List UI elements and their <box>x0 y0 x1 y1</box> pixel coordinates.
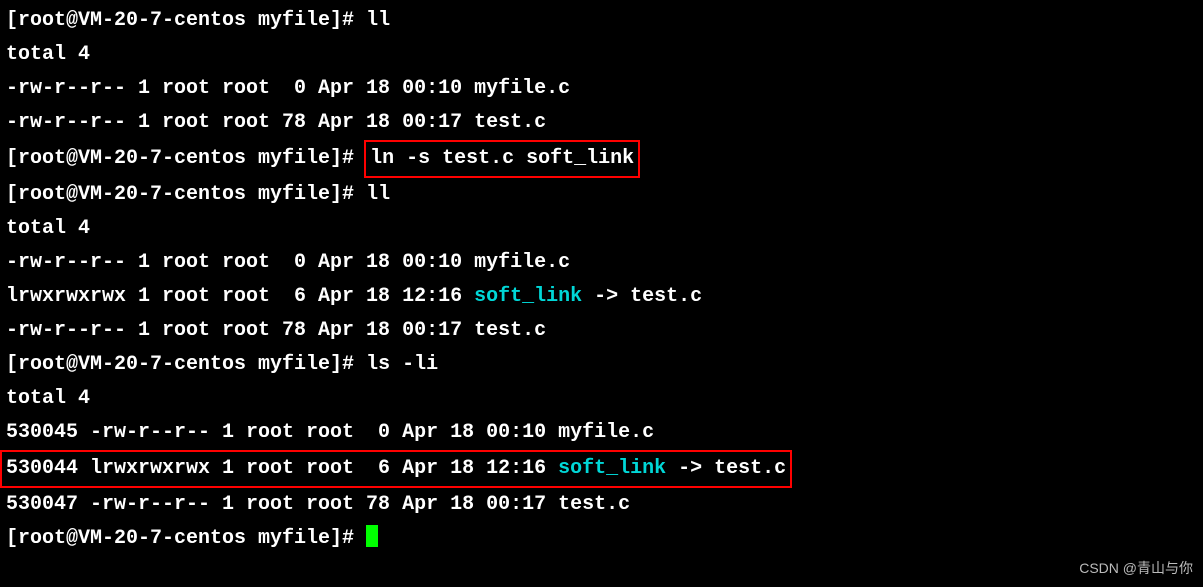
terminal-line: [root@VM-20-7-centos myfile]# ln -s test… <box>6 140 1197 178</box>
prompt: [root@VM-20-7-centos myfile]# <box>6 147 366 170</box>
symlink-entry: lrwxrwxrwx 1 root root 6 Apr 18 12:16 so… <box>6 280 1197 314</box>
symlink-target: -> test.c <box>582 285 702 308</box>
prompt: [root@VM-20-7-centos myfile]# <box>6 9 366 32</box>
terminal-line[interactable]: [root@VM-20-7-centos myfile]# <box>6 522 1197 556</box>
file-entry: -rw-r--r-- 1 root root 0 Apr 18 00:10 my… <box>6 246 1197 280</box>
command: ll <box>366 183 390 206</box>
highlighted-command: ln -s test.c soft_link <box>364 140 640 178</box>
watermark: CSDN @青山与你 <box>1079 557 1193 581</box>
prompt: [root@VM-20-7-centos myfile]# <box>6 527 366 550</box>
prompt: [root@VM-20-7-centos myfile]# <box>6 183 366 206</box>
file-entry-inode: 530047 -rw-r--r-- 1 root root 78 Apr 18 … <box>6 488 1197 522</box>
symlink-target: -> test.c <box>666 457 786 480</box>
output-total: total 4 <box>6 212 1197 246</box>
file-entry: -rw-r--r-- 1 root root 78 Apr 18 00:17 t… <box>6 106 1197 140</box>
file-entry: -rw-r--r-- 1 root root 78 Apr 18 00:17 t… <box>6 314 1197 348</box>
symlink-perms: lrwxrwxrwx 1 root root 6 Apr 18 12:16 <box>6 285 474 308</box>
terminal-line: [root@VM-20-7-centos myfile]# ll <box>6 4 1197 38</box>
file-entry-inode: 530045 -rw-r--r-- 1 root root 0 Apr 18 0… <box>6 416 1197 450</box>
symlink-name: soft_link <box>558 457 666 480</box>
output-total: total 4 <box>6 382 1197 416</box>
cursor-icon <box>366 525 378 547</box>
symlink-name: soft_link <box>474 285 582 308</box>
terminal-line: [root@VM-20-7-centos myfile]# ll <box>6 178 1197 212</box>
terminal-line: [root@VM-20-7-centos myfile]# ls -li <box>6 348 1197 382</box>
command: ls -li <box>366 353 438 376</box>
prompt: [root@VM-20-7-centos myfile]# <box>6 353 366 376</box>
command: ll <box>366 9 390 32</box>
symlink-perms-inode: 530044 lrwxrwxrwx 1 root root 6 Apr 18 1… <box>6 457 558 480</box>
highlighted-row: 530044 lrwxrwxrwx 1 root root 6 Apr 18 1… <box>0 450 792 488</box>
highlighted-symlink-entry: 530044 lrwxrwxrwx 1 root root 6 Apr 18 1… <box>6 450 1197 488</box>
file-entry: -rw-r--r-- 1 root root 0 Apr 18 00:10 my… <box>6 72 1197 106</box>
output-total: total 4 <box>6 38 1197 72</box>
